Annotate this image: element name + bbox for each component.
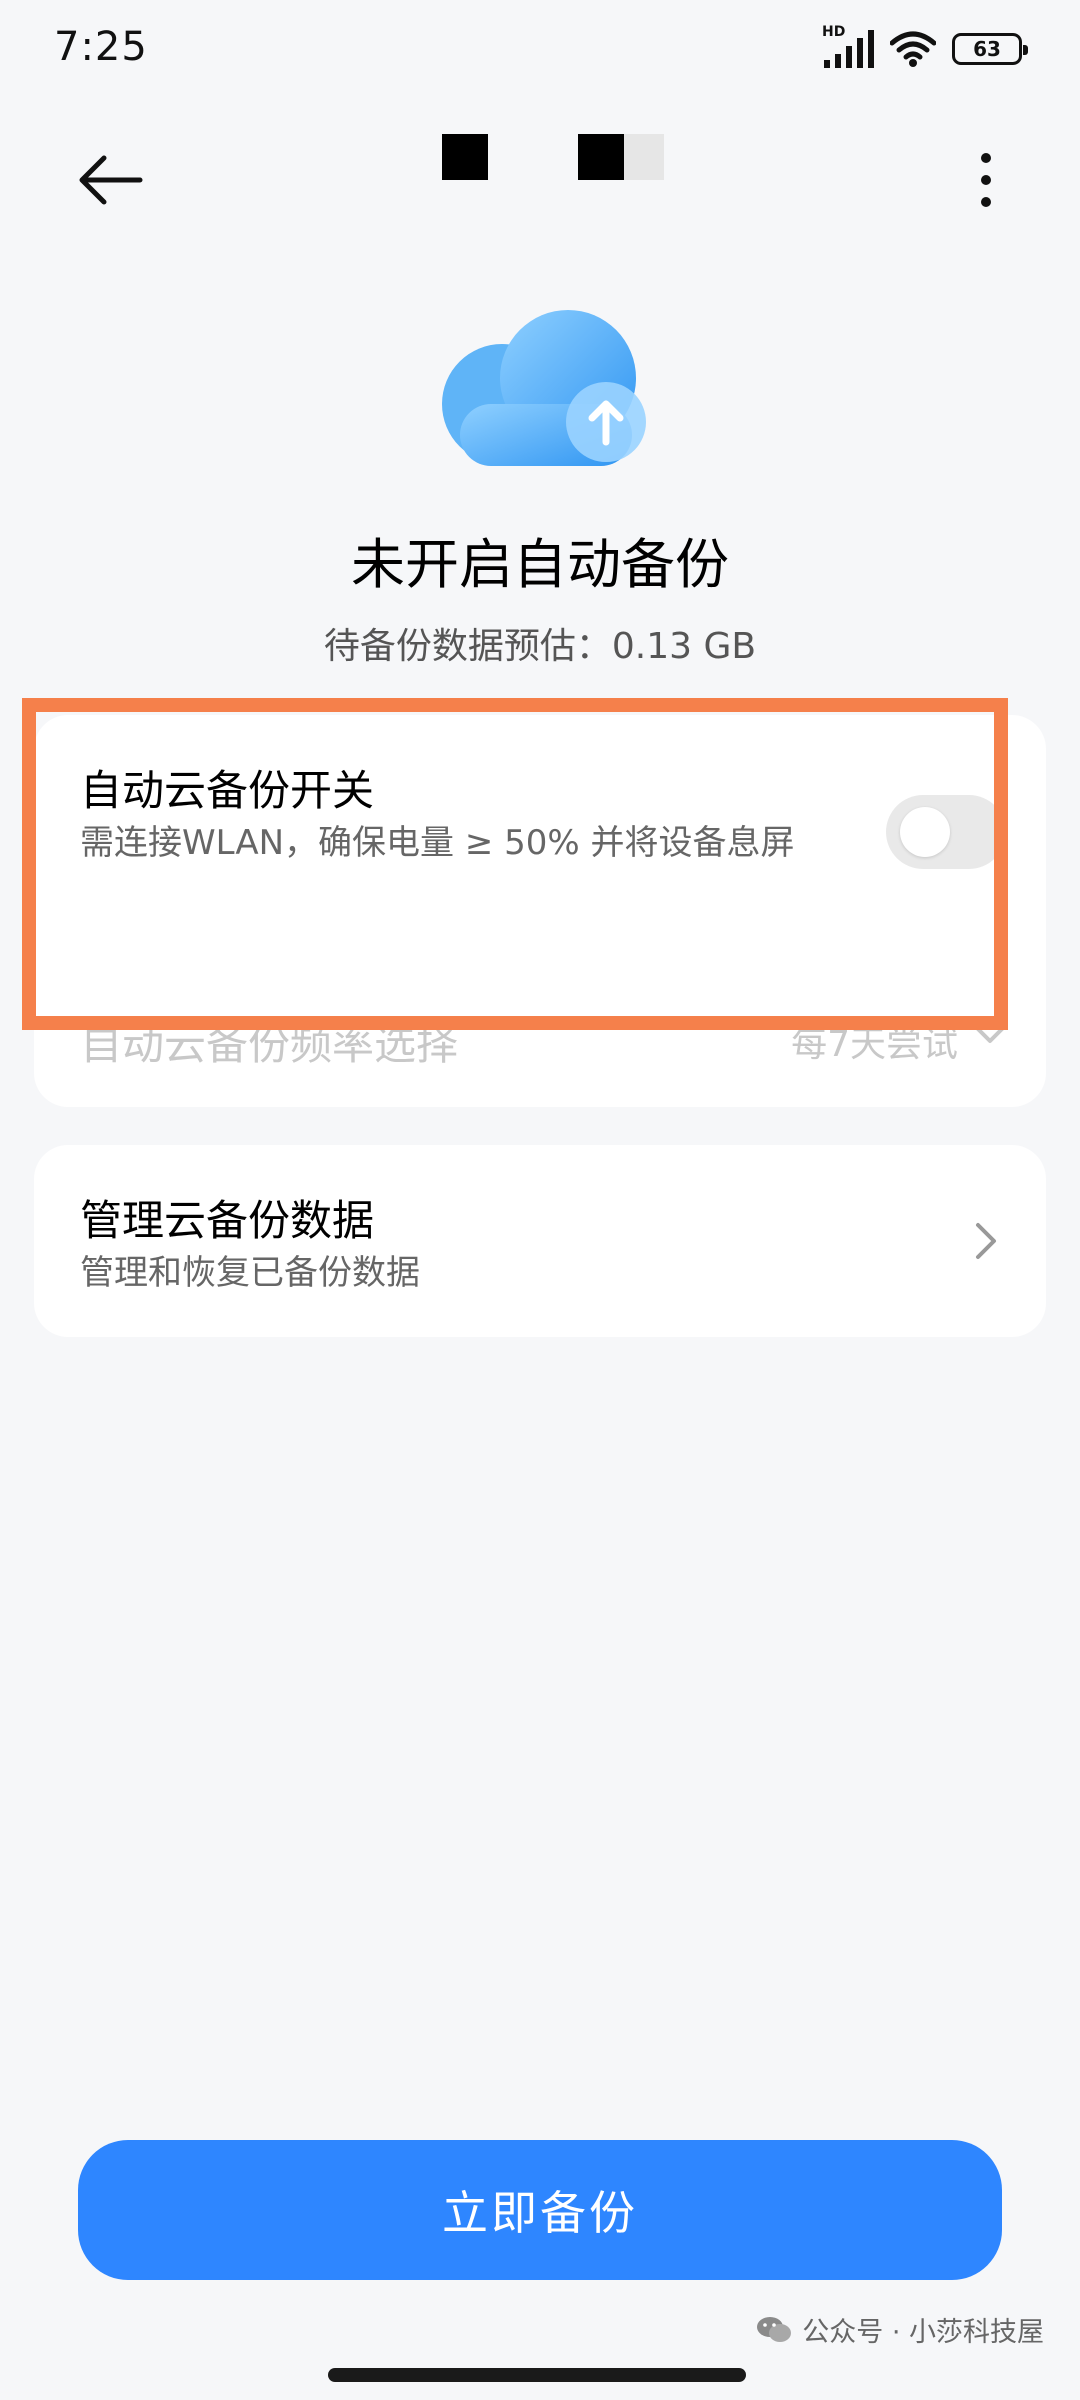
- backup-frequency-row[interactable]: 自动云备份频率选择 每7天尝试: [34, 985, 1046, 1085]
- redaction-block: [624, 134, 664, 180]
- backup-frequency-value: 每7天尝试: [791, 1024, 958, 1065]
- battery-icon: 63: [952, 33, 1028, 65]
- backup-frequency-label: 自动云备份频率选择: [80, 1020, 459, 1069]
- arrow-left-icon: [79, 155, 143, 205]
- backup-now-label: 立即备份: [442, 2187, 638, 2239]
- auto-backup-toggle[interactable]: [886, 795, 1006, 869]
- manage-backup-card[interactable]: 管理云备份数据 管理和恢复已备份数据: [34, 1145, 1046, 1337]
- app-header: [0, 110, 1080, 230]
- watermark-text: 公众号 · 小莎科技屋: [802, 2317, 1044, 2348]
- more-options-button[interactable]: [956, 140, 1016, 220]
- more-vertical-icon: [981, 153, 991, 207]
- screen: 7:25 HD 63 未开启自动备份 待备份数据预估：0.13 GB 自动云备份…: [0, 0, 1080, 2400]
- back-button[interactable]: [70, 140, 150, 220]
- network-type-label: HD: [822, 24, 846, 40]
- auto-backup-title: 自动云备份开关: [80, 766, 375, 815]
- pending-data-estimate: 待备份数据预估：0.13 GB: [323, 626, 757, 667]
- wechat-icon: [757, 2316, 792, 2342]
- cloud-upload-icon: [442, 310, 646, 466]
- toggle-knob: [900, 807, 950, 857]
- home-indicator[interactable]: [328, 2368, 746, 2382]
- redaction-block: [578, 134, 624, 180]
- status-icons: HD 63: [822, 24, 1028, 68]
- auto-backup-description: 需连接WLAN，确保电量 ≥ 50% 并将设备息屏: [80, 823, 795, 863]
- wifi-icon: [890, 31, 936, 67]
- manage-backup-title: 管理云备份数据: [80, 1196, 375, 1245]
- redaction-block: [442, 134, 488, 180]
- backup-settings-card: 自动云备份开关 需连接WLAN，确保电量 ≥ 50% 并将设备息屏 自动云备份频…: [34, 715, 1046, 1107]
- redacted-page-title: [442, 134, 682, 182]
- chevron-right-icon: [976, 1223, 996, 1259]
- backup-now-button[interactable]: 立即备份: [78, 2140, 1002, 2280]
- manage-backup-description: 管理和恢复已备份数据: [80, 1253, 420, 1293]
- chevron-down-icon: [976, 1027, 1004, 1043]
- watermark: 公众号 · 小莎科技屋: [756, 2310, 1044, 2349]
- backup-status-title: 未开启自动备份: [351, 533, 729, 596]
- battery-level: 63: [973, 37, 1001, 61]
- signal-icon: HD: [822, 24, 874, 68]
- status-time: 7:25: [54, 24, 148, 70]
- status-bar: 7:25 HD 63: [0, 0, 1080, 100]
